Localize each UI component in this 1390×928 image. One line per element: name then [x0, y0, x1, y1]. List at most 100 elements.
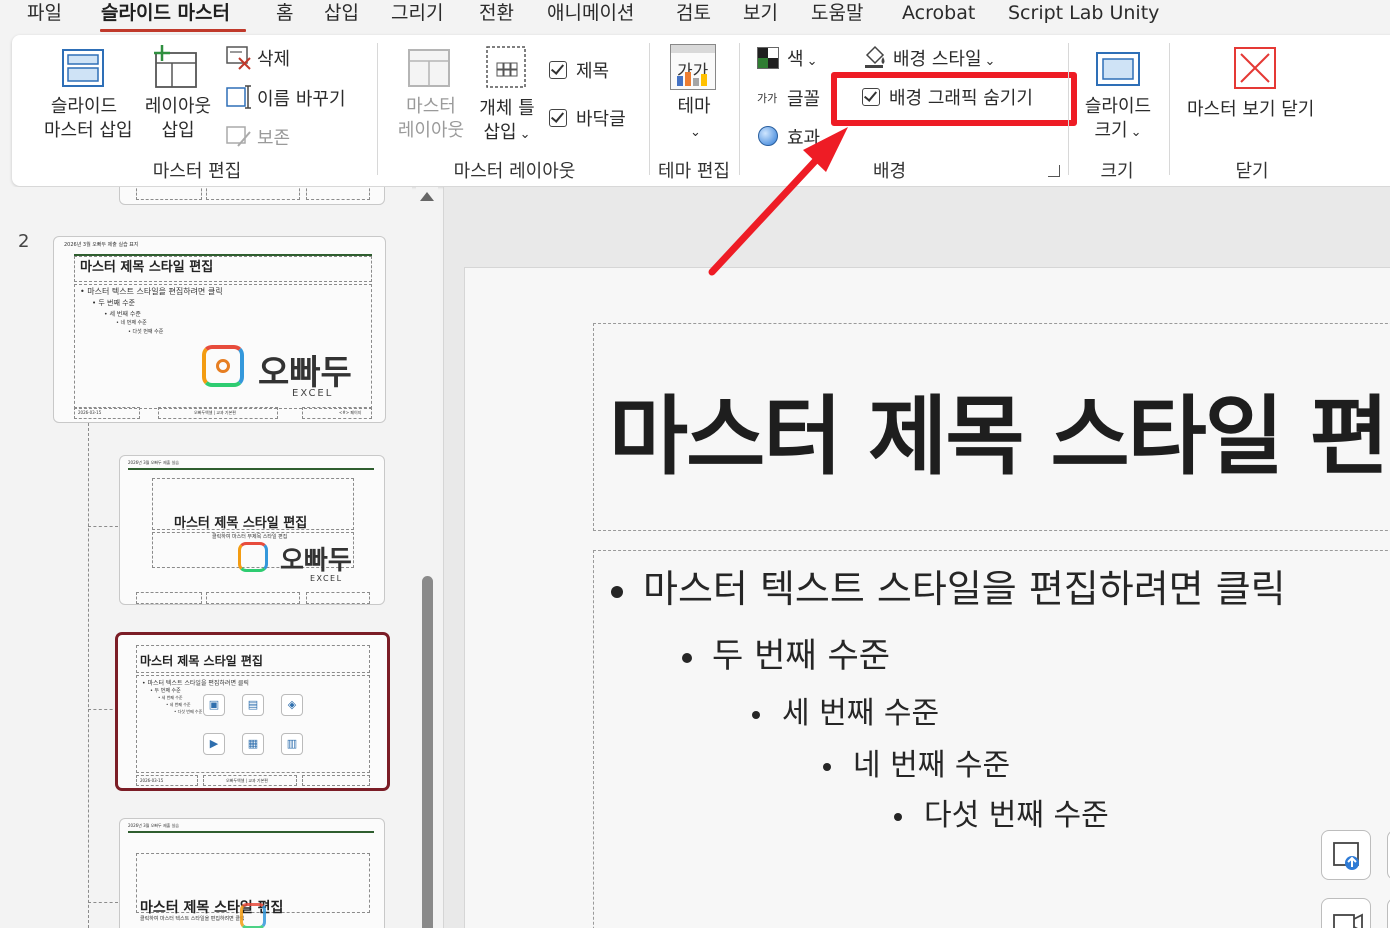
insert-video-icon[interactable] [1321, 898, 1371, 928]
group-separator [1169, 43, 1170, 175]
insert-picture-icon[interactable] [1321, 830, 1371, 880]
thumb-subtitle: 클릭하여 마스터 부제목 스타일 편집 [212, 534, 288, 540]
tab-transitions[interactable]: 전환 [479, 0, 514, 32]
thumb-footer-page: <#> 페이지 [339, 410, 362, 415]
rename-icon [226, 85, 251, 109]
thumb-title: 마스터 제목 스타일 편집 [140, 654, 263, 668]
tab-home[interactable]: 홈 [276, 0, 293, 32]
thumb-header-text: 2026년 3월 오빠두 제출 실습 [128, 823, 179, 828]
insert-chart-icon: ▥ [281, 733, 303, 755]
dialog-launcher-icon[interactable] [1048, 165, 1060, 177]
bullet-level-4[interactable]: 네 번째 수준 [823, 740, 1010, 784]
group-separator [739, 43, 740, 175]
slide-thumbnail-previous[interactable] [119, 187, 385, 205]
bullet-dot [823, 762, 831, 771]
insert-table-icon: ▦ [242, 733, 264, 755]
fonts-label: 글꼴 [787, 89, 821, 110]
chevron-down-icon: ⌄ [984, 54, 996, 69]
preserve-pin-icon [226, 126, 251, 147]
camera-logo-icon [202, 345, 244, 387]
slide-master-thumbnail[interactable]: 2026년 3월 오빠두 제출 실습 표지 마스터 제목 스타일 편집 • 마스… [53, 236, 386, 423]
menu-bar: 파일 슬라이드 마스터 홈 삽입 그리기 전환 애니메이션 검토 보기 도움말 … [0, 0, 1390, 34]
slide-number: 2 [18, 231, 30, 252]
logo-text: 오빠두 [280, 546, 352, 576]
preserve-label: 보존 [257, 128, 291, 149]
tab-help[interactable]: 도움말 [811, 0, 863, 32]
slide-title[interactable]: 마스터 제목 스타일 편집 [609, 366, 1390, 491]
fonts-icon: 가가 [757, 92, 778, 105]
bullet-level-2[interactable]: 두 번째 수준 [682, 628, 890, 677]
tab-draw[interactable]: 그리기 [391, 0, 443, 32]
rename-label: 이름 바꾸기 [257, 89, 346, 110]
camera-logo-icon [238, 542, 268, 572]
scrollbar-thumb[interactable] [422, 576, 433, 928]
insert-placeholder-label: 개체 틀 삽입 ⌄ [479, 98, 535, 143]
logo-subtext: EXCEL [292, 388, 334, 399]
group-separator [649, 43, 650, 175]
delete-label: 삭제 [257, 49, 291, 70]
slide-layout-editor[interactable]: 마스터 제목 스타일 편집 마스터 텍스트 스타일을 편집하려면 클릭 두 번째… [464, 267, 1390, 928]
title-check-label: 제목 [576, 61, 610, 82]
thumb-title-line [128, 468, 374, 470]
slide-editing-canvas: 마스터 제목 스타일 편집 마스터 텍스트 스타일을 편집하려면 클릭 두 번째… [444, 187, 1390, 928]
camera-logo-icon [240, 903, 266, 928]
thumb-bullet: • 네 번째 수준 [166, 702, 191, 707]
insert-stock-image-icon: ▤ [242, 694, 264, 716]
scroll-up-arrow-icon[interactable] [420, 192, 434, 201]
logo-text: 오빠두 [258, 353, 352, 393]
paint-bucket-icon [865, 45, 885, 68]
chevron-down-icon: ⌄ [1130, 125, 1142, 140]
thumb-bullet: • 네 번째 수준 [116, 320, 147, 326]
tab-view[interactable]: 보기 [743, 0, 778, 32]
checkbox-checked-icon [549, 109, 567, 127]
bullet-level-1[interactable]: 마스터 텍스트 스타일을 편집하려면 클릭 [611, 558, 1286, 613]
tab-review[interactable]: 검토 [676, 0, 711, 32]
tab-insert[interactable]: 삽입 [324, 0, 359, 32]
thumb-header-text: 2026년 3월 오빠두 제출 실습 [128, 460, 179, 465]
tab-file[interactable]: 파일 [27, 0, 62, 32]
background-styles-label: 배경 스타일 [893, 49, 982, 70]
delete-slide-icon [226, 46, 251, 70]
chevron-down-icon: ⌄ [806, 54, 818, 69]
logo-subtext: EXCEL [310, 574, 343, 583]
tab-acrobat[interactable]: Acrobat [902, 0, 975, 32]
title-layout-thumbnail[interactable]: 2026년 3월 오빠두 제출 실습 마스터 제목 스타일 편집 클릭하여 마스… [119, 455, 385, 605]
effects-label: 효과 [787, 128, 821, 149]
title-content-layout-thumbnail-selected[interactable]: 마스터 제목 스타일 편집 • 마스터 텍스트 스타일을 편집하려면 클릭 • … [115, 632, 390, 791]
group-label-theme-edit: 테마 편집 [658, 161, 730, 182]
bullet-level-3[interactable]: 세 번째 수준 [752, 688, 939, 732]
footer-placeholder [302, 775, 370, 786]
insert-video-icon: ▶ [203, 733, 225, 755]
section-header-layout-thumbnail[interactable]: 2026년 3월 오빠두 제출 실습 마스터 제목 스타일 편집 클릭하여 마스… [119, 818, 385, 928]
footer-placeholder [306, 187, 370, 200]
slide-thumbnail-panel: 2 2026년 3월 오빠두 제출 실습 표지 마스터 제목 스타일 편집 • … [0, 187, 412, 928]
tree-connector [88, 423, 89, 928]
thumb-bullet: • 세 번째 수준 [158, 695, 183, 700]
tab-script-lab[interactable]: Script Lab Unity [1008, 0, 1159, 32]
insert-slide-master-label: 슬라이드 마스터 삽입 [44, 96, 133, 141]
group-label-master-edit: 마스터 편집 [152, 161, 242, 182]
thumb-footer-center: 오빠두엑셀 | 교과 기본편 [194, 410, 236, 415]
active-tab-underline [100, 29, 246, 32]
thumb-bullet: • 마스터 텍스트 스타일을 편집하려면 클릭 [80, 287, 223, 296]
group-label-size: 크기 [1100, 161, 1134, 182]
thumb-footer-date: 2026-03-15 [140, 778, 164, 783]
thumb-title-line [128, 831, 374, 833]
group-label-master-layout: 마스터 레이아웃 [453, 161, 576, 182]
thumb-title: 마스터 제목 스타일 편집 [174, 516, 308, 531]
chevron-down-icon: ⌄ [823, 133, 835, 148]
footer-placeholder [206, 187, 300, 200]
group-separator [1068, 43, 1069, 175]
bullet-dot [682, 652, 692, 663]
thumb-bullet: • 다섯 번째 수준 [174, 709, 203, 714]
bullet-level-5[interactable]: 다섯 번째 수준 [894, 790, 1109, 834]
footer-placeholder [206, 592, 300, 604]
tree-connector [88, 526, 118, 527]
tab-animations[interactable]: 애니메이션 [547, 0, 634, 32]
insert-picture-icon: ▣ [203, 694, 225, 716]
master-layout-icon [408, 49, 450, 87]
thumb-title: 마스터 제목 스타일 편집 [80, 260, 214, 275]
tab-slide-master[interactable]: 슬라이드 마스터 [101, 0, 230, 32]
group-label-close: 닫기 [1235, 161, 1269, 182]
insert-placeholder-icon [486, 46, 526, 88]
